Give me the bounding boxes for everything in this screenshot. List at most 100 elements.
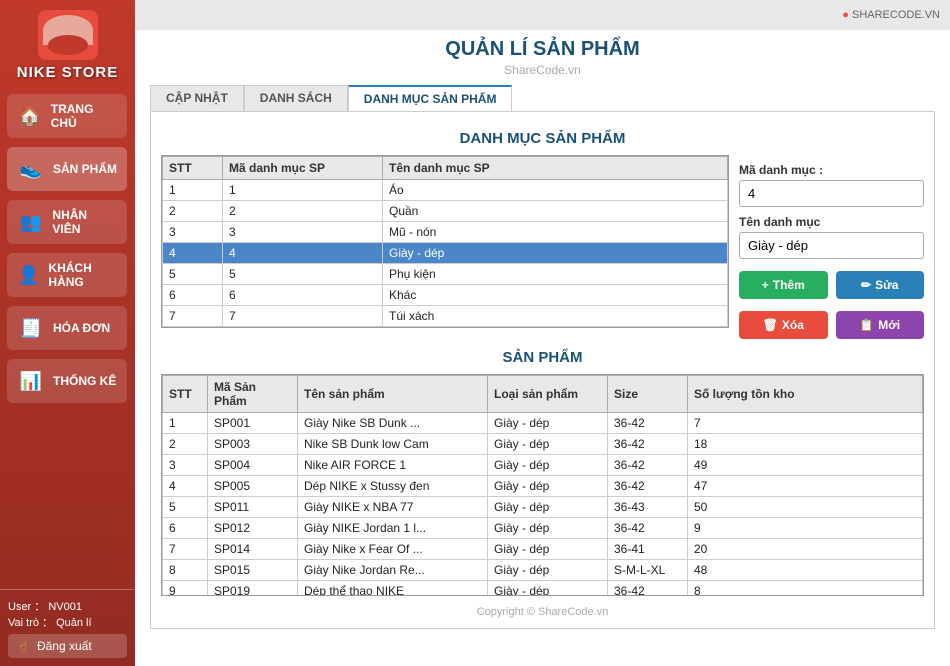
prod-loai: Giày - dép (488, 581, 608, 596)
copyright-text: Copyright © ShareCode.vn (161, 606, 924, 618)
cat-ma: 4 (223, 243, 383, 264)
sidebar-item-customers[interactable]: 👤 KHÁCH HÀNG (7, 253, 127, 297)
ma-input[interactable] (739, 180, 924, 207)
product-table-row[interactable]: 3 SP004 Nike AIR FORCE 1 Giày - dép 36-4… (163, 455, 923, 476)
category-table-row[interactable]: 6 6 Khác (163, 285, 728, 306)
prod-size: S-M-L-XL (608, 560, 688, 581)
products-table-scroll[interactable]: STT Mã Sản Phẩm Tên sản phẩm Loại sản ph… (162, 375, 923, 595)
ten-input[interactable] (739, 232, 924, 259)
products-icon: 👟 (17, 155, 45, 183)
delete-label: Xóa (782, 318, 804, 332)
p-col-loai: Loại sản phẩm (488, 376, 608, 413)
category-table-row[interactable]: 4 4 Giày - dép (163, 243, 728, 264)
prod-ten: Giày Nike x Fear Of ... (298, 539, 488, 560)
cat-ten: Quần (383, 201, 728, 222)
products-section-title: SẢN PHẨM (161, 349, 924, 366)
logo-area: NIKE STORE (17, 0, 118, 86)
products-table-container: STT Mã Sản Phẩm Tên sản phẩm Loại sản ph… (161, 374, 924, 596)
cat-ma: 1 (223, 180, 383, 201)
col-ten: Tên danh mục SP (383, 157, 728, 180)
delete-button[interactable]: 🗑 Xóa (739, 311, 828, 339)
category-section-title: DANH MỤC SẢN PHẨM (161, 130, 924, 147)
product-table-row[interactable]: 4 SP005 Dép NIKE x Stussy đen Giày - dép… (163, 476, 923, 497)
cat-ten: Túi xách (383, 306, 728, 327)
category-table-row[interactable]: 5 5 Phụ kiện (163, 264, 728, 285)
cat-ten: Áo (383, 180, 728, 201)
tab-list[interactable]: DANH SÁCH (244, 85, 348, 111)
nav-home-label: TRANG CHỦ (51, 102, 117, 130)
nav-staff-label: NHÂN VIÊN (52, 208, 117, 236)
nav-stats-label: THỐNG KÊ (53, 374, 116, 388)
p-col-stt: STT (163, 376, 208, 413)
product-table-row[interactable]: 2 SP003 Nike SB Dunk low Cam Giày - dép … (163, 434, 923, 455)
product-table-row[interactable]: 1 SP001 Giày Nike SB Dunk ... Giày - dép… (163, 413, 923, 434)
prod-ma: SP012 (208, 518, 298, 539)
prod-loai: Giày - dép (488, 476, 608, 497)
tab-update[interactable]: CẬP NHẬT (150, 85, 244, 111)
prod-ten: Giày NIKE x NBA 77 (298, 497, 488, 518)
customers-icon: 👤 (17, 261, 40, 289)
cat-ten: Phụ kiện (383, 264, 728, 285)
prod-stt: 6 (163, 518, 208, 539)
nav-invoices-label: HÓA ĐƠN (53, 321, 110, 335)
prod-sl: 48 (688, 560, 923, 581)
cat-stt: 2 (163, 201, 223, 222)
cat-ma: 5 (223, 264, 383, 285)
invoices-icon: 🧾 (17, 314, 45, 342)
prod-size: 36-42 (608, 581, 688, 596)
cat-ten: Mũ - nón (383, 222, 728, 243)
prod-size: 36-42 (608, 434, 688, 455)
prod-loai: Giày - dép (488, 560, 608, 581)
new-button[interactable]: 📋 Mới (836, 311, 925, 339)
product-table-row[interactable]: 6 SP012 Giày NIKE Jordan 1 l... Giày - d… (163, 518, 923, 539)
prod-ma: SP011 (208, 497, 298, 518)
product-table-row[interactable]: 5 SP011 Giày NIKE x NBA 77 Giày - dép 36… (163, 497, 923, 518)
category-table-row[interactable]: 2 2 Quần (163, 201, 728, 222)
sidebar-item-products[interactable]: 👟 SẢN PHẨM (7, 147, 127, 191)
prod-ten: Nike SB Dunk low Cam (298, 434, 488, 455)
products-table: STT Mã Sản Phẩm Tên sản phẩm Loại sản ph… (162, 375, 923, 595)
logout-button[interactable]: 🚪 Đăng xuất (8, 634, 127, 658)
prod-sl: 47 (688, 476, 923, 497)
main-content: ● SHARECODE.VN QUẢN LÍ SẢN PHẨM ShareCod… (135, 0, 950, 666)
prod-size: 36-42 (608, 518, 688, 539)
sidebar-item-home[interactable]: 🏠 TRANG CHỦ (7, 94, 127, 138)
logo-icon (38, 10, 98, 60)
stats-icon: 📊 (17, 367, 45, 395)
prod-size: 36-42 (608, 455, 688, 476)
prod-stt: 5 (163, 497, 208, 518)
new-icon: 📋 (859, 318, 874, 332)
cat-ma: 6 (223, 285, 383, 306)
sidebar-item-invoices[interactable]: 🧾 HÓA ĐƠN (7, 306, 127, 350)
prod-sl: 8 (688, 581, 923, 596)
prod-ma: SP005 (208, 476, 298, 497)
prod-ten: Nike AIR FORCE 1 (298, 455, 488, 476)
cat-ten: Giày - dép (383, 243, 728, 264)
sharecode-logo: ● SHARECODE.VN (842, 9, 940, 21)
prod-loai: Giày - dép (488, 455, 608, 476)
category-table-row[interactable]: 1 1 Áo (163, 180, 728, 201)
edit-button[interactable]: ✏ Sửa (836, 271, 925, 299)
category-table-row[interactable]: 3 3 Mũ - nón (163, 222, 728, 243)
add-icon: + (762, 278, 769, 292)
sidebar-item-stats[interactable]: 📊 THỐNG KÊ (7, 359, 127, 403)
prod-size: 36-42 (608, 476, 688, 497)
tab-category[interactable]: DANH MỤC SẢN PHẨM (348, 85, 513, 111)
category-table-row[interactable]: 7 7 Túi xách (163, 306, 728, 327)
product-table-row[interactable]: 8 SP015 Giày Nike Jordan Re... Giày - dé… (163, 560, 923, 581)
ma-label: Mã danh mục : (739, 163, 924, 177)
prod-ma: SP014 (208, 539, 298, 560)
cat-ma: 2 (223, 201, 383, 222)
product-table-row[interactable]: 9 SP019 Dép thể thao NIKE Giày - dép 36-… (163, 581, 923, 596)
add-button[interactable]: + Thêm (739, 271, 828, 299)
col-stt: STT (163, 157, 223, 180)
cat-stt: 6 (163, 285, 223, 306)
product-table-row[interactable]: 7 SP014 Giày Nike x Fear Of ... Giày - d… (163, 539, 923, 560)
sidebar-item-staff[interactable]: 👥 NHÂN VIÊN (7, 200, 127, 244)
prod-stt: 4 (163, 476, 208, 497)
prod-ten: Dép thể thao NIKE (298, 581, 488, 596)
nav-menu: 🏠 TRANG CHỦ 👟 SẢN PHẨM 👥 NHÂN VIÊN 👤 KHÁ… (0, 86, 135, 411)
p-col-size: Size (608, 376, 688, 413)
col-ma: Mã danh mục SP (223, 157, 383, 180)
sidebar: NIKE STORE 🏠 TRANG CHỦ 👟 SẢN PHẨM 👥 NHÂN… (0, 0, 135, 666)
